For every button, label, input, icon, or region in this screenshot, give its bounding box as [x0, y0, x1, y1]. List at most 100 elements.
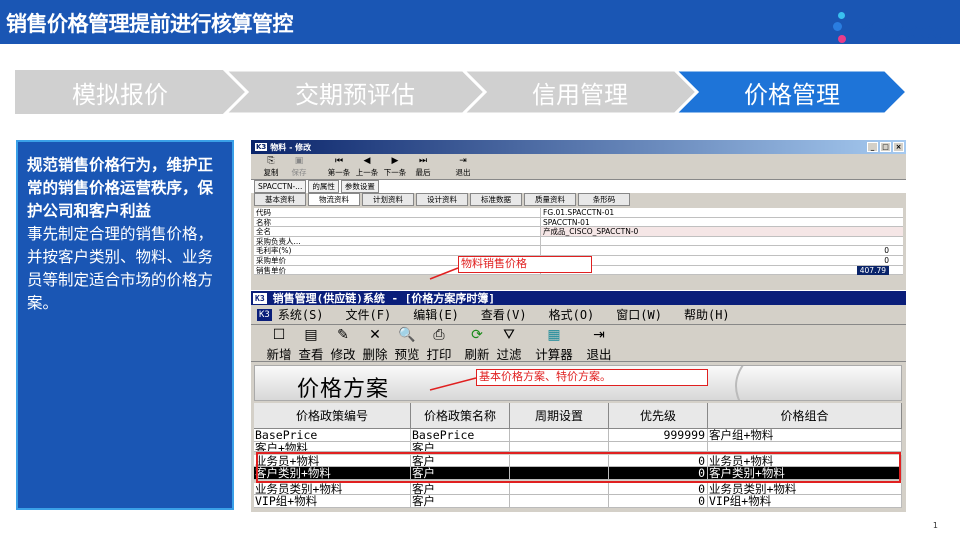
price-plan-window-title: 销售管理(供应链)系统 - [价格方案序时簿] — [272, 292, 495, 305]
exit-icon: ⇥ — [459, 156, 467, 166]
print-button[interactable]: ⎙ 打印 — [423, 327, 455, 363]
first-record-button[interactable]: ⏮ 第一条 — [327, 156, 351, 178]
kingdee-logo: Kingdee — [830, 10, 950, 50]
tab-logistics[interactable]: 物流资料 — [308, 193, 360, 206]
field-row: 名称 SPACCTN-01 — [254, 217, 903, 228]
exit-button[interactable]: ⇥ 退出 — [583, 327, 615, 363]
exit-icon: ⇥ — [593, 327, 605, 343]
col-policy-code[interactable]: 价格政策编号 — [254, 403, 411, 428]
step-credit-management: 信用管理 — [532, 80, 628, 109]
tab-material-code[interactable]: SPACCTN-... — [254, 180, 307, 193]
tab-standard[interactable]: 标准数据 — [470, 193, 522, 206]
margin-field[interactable]: 0 — [541, 246, 903, 256]
last-icon: ⏭ — [418, 156, 428, 166]
logo-text: Kingdee — [858, 18, 945, 43]
preview-button[interactable]: 🔍 预览 — [391, 327, 423, 363]
view-button[interactable]: ▤ 查看 — [295, 327, 327, 363]
description-body: 事先制定合理的销售价格，并按客户类别、物料、业务员等制定适合市场的价格方案。 — [27, 225, 214, 312]
delete-button[interactable]: ✕ 删除 — [359, 327, 391, 363]
material-window-title: 物料 - 修改 — [270, 142, 312, 152]
tab-parameters[interactable]: 参数设置 — [340, 180, 379, 193]
k3-icon: K3 — [253, 292, 267, 304]
preview-icon: 🔍 — [398, 327, 416, 343]
field-row: 采购负责人... — [254, 236, 903, 247]
name-field[interactable]: SPACCTN-01 — [541, 218, 903, 227]
new-button[interactable]: ☐ 新增 — [263, 327, 295, 363]
maximize-button[interactable]: □ — [880, 142, 891, 152]
purchase-price-field[interactable]: 0 — [541, 256, 903, 265]
purchaser-field[interactable] — [541, 237, 903, 246]
table-row[interactable]: 客户+物料 客户 — [254, 441, 902, 452]
delete-icon: ✕ — [369, 327, 381, 343]
col-price-combo[interactable]: 价格组合 — [708, 403, 902, 428]
menu-help[interactable]: 帮助(H) — [684, 306, 730, 323]
price-plan-toolbar: ☐ 新增 ▤ 查看 ✎ 修改 ✕ 删除 🔍 预览 ⎙ 打印 ⟳ 刷新 ⛛ 过滤 ▦ 计算器 ⇥ 退出 — [251, 325, 906, 362]
fullname-field[interactable]: 产成品_CISCO_SPACCTN-0 — [541, 227, 903, 236]
tab-barcode[interactable]: 条形码 — [578, 193, 630, 206]
menu-edit[interactable]: 编辑(E) — [413, 306, 459, 323]
page-title: 销售价格管理提前进行核算管控 — [6, 12, 294, 36]
table-row[interactable]: VIP组+物料 客户 0 VIP组+物料 — [254, 495, 902, 508]
material-window-titlebar: K3 物料 - 修改 _ □ × — [251, 140, 906, 154]
calculator-icon: ▦ — [547, 327, 561, 343]
field-row: 全名 产成品_CISCO_SPACCTN-0 — [254, 227, 903, 237]
sales-price-field[interactable]: 407.79 — [541, 265, 903, 275]
step-delivery-evaluation: 交期预评估 — [295, 80, 415, 109]
tab-planning[interactable]: 计划资料 — [362, 193, 414, 206]
print-icon: ⎙ — [433, 327, 445, 343]
title-bar: 销售价格管理提前进行核算管控 — [0, 0, 960, 44]
material-tabs-top: SPACCTN-... 的属性 参数设置 — [251, 180, 906, 193]
col-priority[interactable]: 优先级 — [609, 403, 708, 428]
code-field[interactable]: FG.01.SPACCTN-01 — [541, 208, 903, 217]
last-record-button[interactable]: ⏭ 最后 — [411, 156, 435, 178]
tab-properties[interactable]: 的属性 — [308, 180, 339, 193]
edit-button[interactable]: ✎ 修改 — [327, 327, 359, 363]
annotation-sales-price: 物料销售价格 — [458, 256, 592, 273]
banner-title: 价格方案 — [297, 377, 390, 401]
highlight-box — [256, 452, 901, 483]
menu-format[interactable]: 格式(O) — [549, 306, 595, 323]
menu-bar: K3 系统(S) 文件(F) 编辑(E) 查看(V) 格式(O) 窗口(W) 帮… — [251, 305, 906, 325]
tab-quality[interactable]: 质量资料 — [524, 193, 576, 206]
table-header: 价格政策编号 价格政策名称 周期设置 优先级 价格组合 — [254, 403, 902, 429]
price-plan-titlebar: K3 销售管理(供应链)系统 - [价格方案序时簿] — [251, 291, 906, 305]
step-price-management: 价格管理 — [744, 80, 840, 109]
next-icon: ▶ — [391, 156, 399, 166]
minimize-button[interactable]: _ — [867, 142, 878, 152]
menu-window[interactable]: 窗口(W) — [616, 306, 662, 323]
refresh-icon: ⟳ — [471, 327, 483, 343]
exit-button[interactable]: ⇥ 退出 — [451, 156, 475, 178]
first-icon: ⏮ — [334, 156, 344, 166]
calculator-button[interactable]: ▦ 计算器 — [531, 327, 577, 363]
k3-menu-icon[interactable]: K3 — [257, 308, 272, 321]
col-cycle[interactable]: 周期设置 — [510, 403, 609, 428]
tab-basic[interactable]: 基本资料 — [254, 193, 306, 206]
clock-decoration: 11 12 — [735, 366, 901, 400]
menu-system[interactable]: 系统(S) — [278, 306, 324, 323]
material-tabs: 基本资料 物流资料 计划资料 设计资料 标准数据 质量资料 条形码 — [251, 193, 906, 206]
tab-design[interactable]: 设计资料 — [416, 193, 468, 206]
new-icon: ☐ — [272, 327, 286, 343]
view-icon: ▤ — [304, 327, 318, 343]
k3-icon: K3 — [255, 143, 268, 151]
copy-button[interactable]: ⎘ 复制 — [259, 156, 283, 178]
material-toolbar: ⎘ 复制 ▣ 保存 ⏮ 第一条 ◀ 上一条 ▶ 下一条 ⏭ 最后 ⇥ 退出 — [251, 154, 906, 180]
process-steps: 模拟报价 交期预评估 信用管理 价格管理 — [15, 70, 915, 114]
copy-icon: ⎘ — [267, 156, 275, 166]
menu-file[interactable]: 文件(F) — [346, 306, 392, 323]
field-row: 代码 FG.01.SPACCTN-01 — [254, 208, 903, 218]
table-row[interactable]: 业务员类别+物料 客户 0 业务员类别+物料 — [254, 482, 902, 495]
annotation-price-plan: 基本价格方案、特价方案。 — [476, 369, 708, 386]
next-record-button[interactable]: ▶ 下一条 — [383, 156, 407, 178]
col-policy-name[interactable]: 价格政策名称 — [411, 403, 510, 428]
field-row: 毛利率(%) 0 — [254, 246, 903, 256]
filter-button[interactable]: ⛛ 过滤 — [493, 327, 525, 363]
close-button[interactable]: × — [893, 142, 904, 152]
prev-record-button[interactable]: ◀ 上一条 — [355, 156, 379, 178]
table-row[interactable]: BasePrice BasePrice 999999 客户组+物料 — [254, 429, 902, 442]
menu-view[interactable]: 查看(V) — [481, 306, 527, 323]
refresh-button[interactable]: ⟳ 刷新 — [461, 327, 493, 363]
description-heading: 规范销售价格行为，维护正常的销售价格运营秩序，保护公司和客户利益 — [27, 156, 214, 220]
prev-icon: ◀ — [363, 156, 371, 166]
save-button[interactable]: ▣ 保存 — [287, 156, 311, 178]
